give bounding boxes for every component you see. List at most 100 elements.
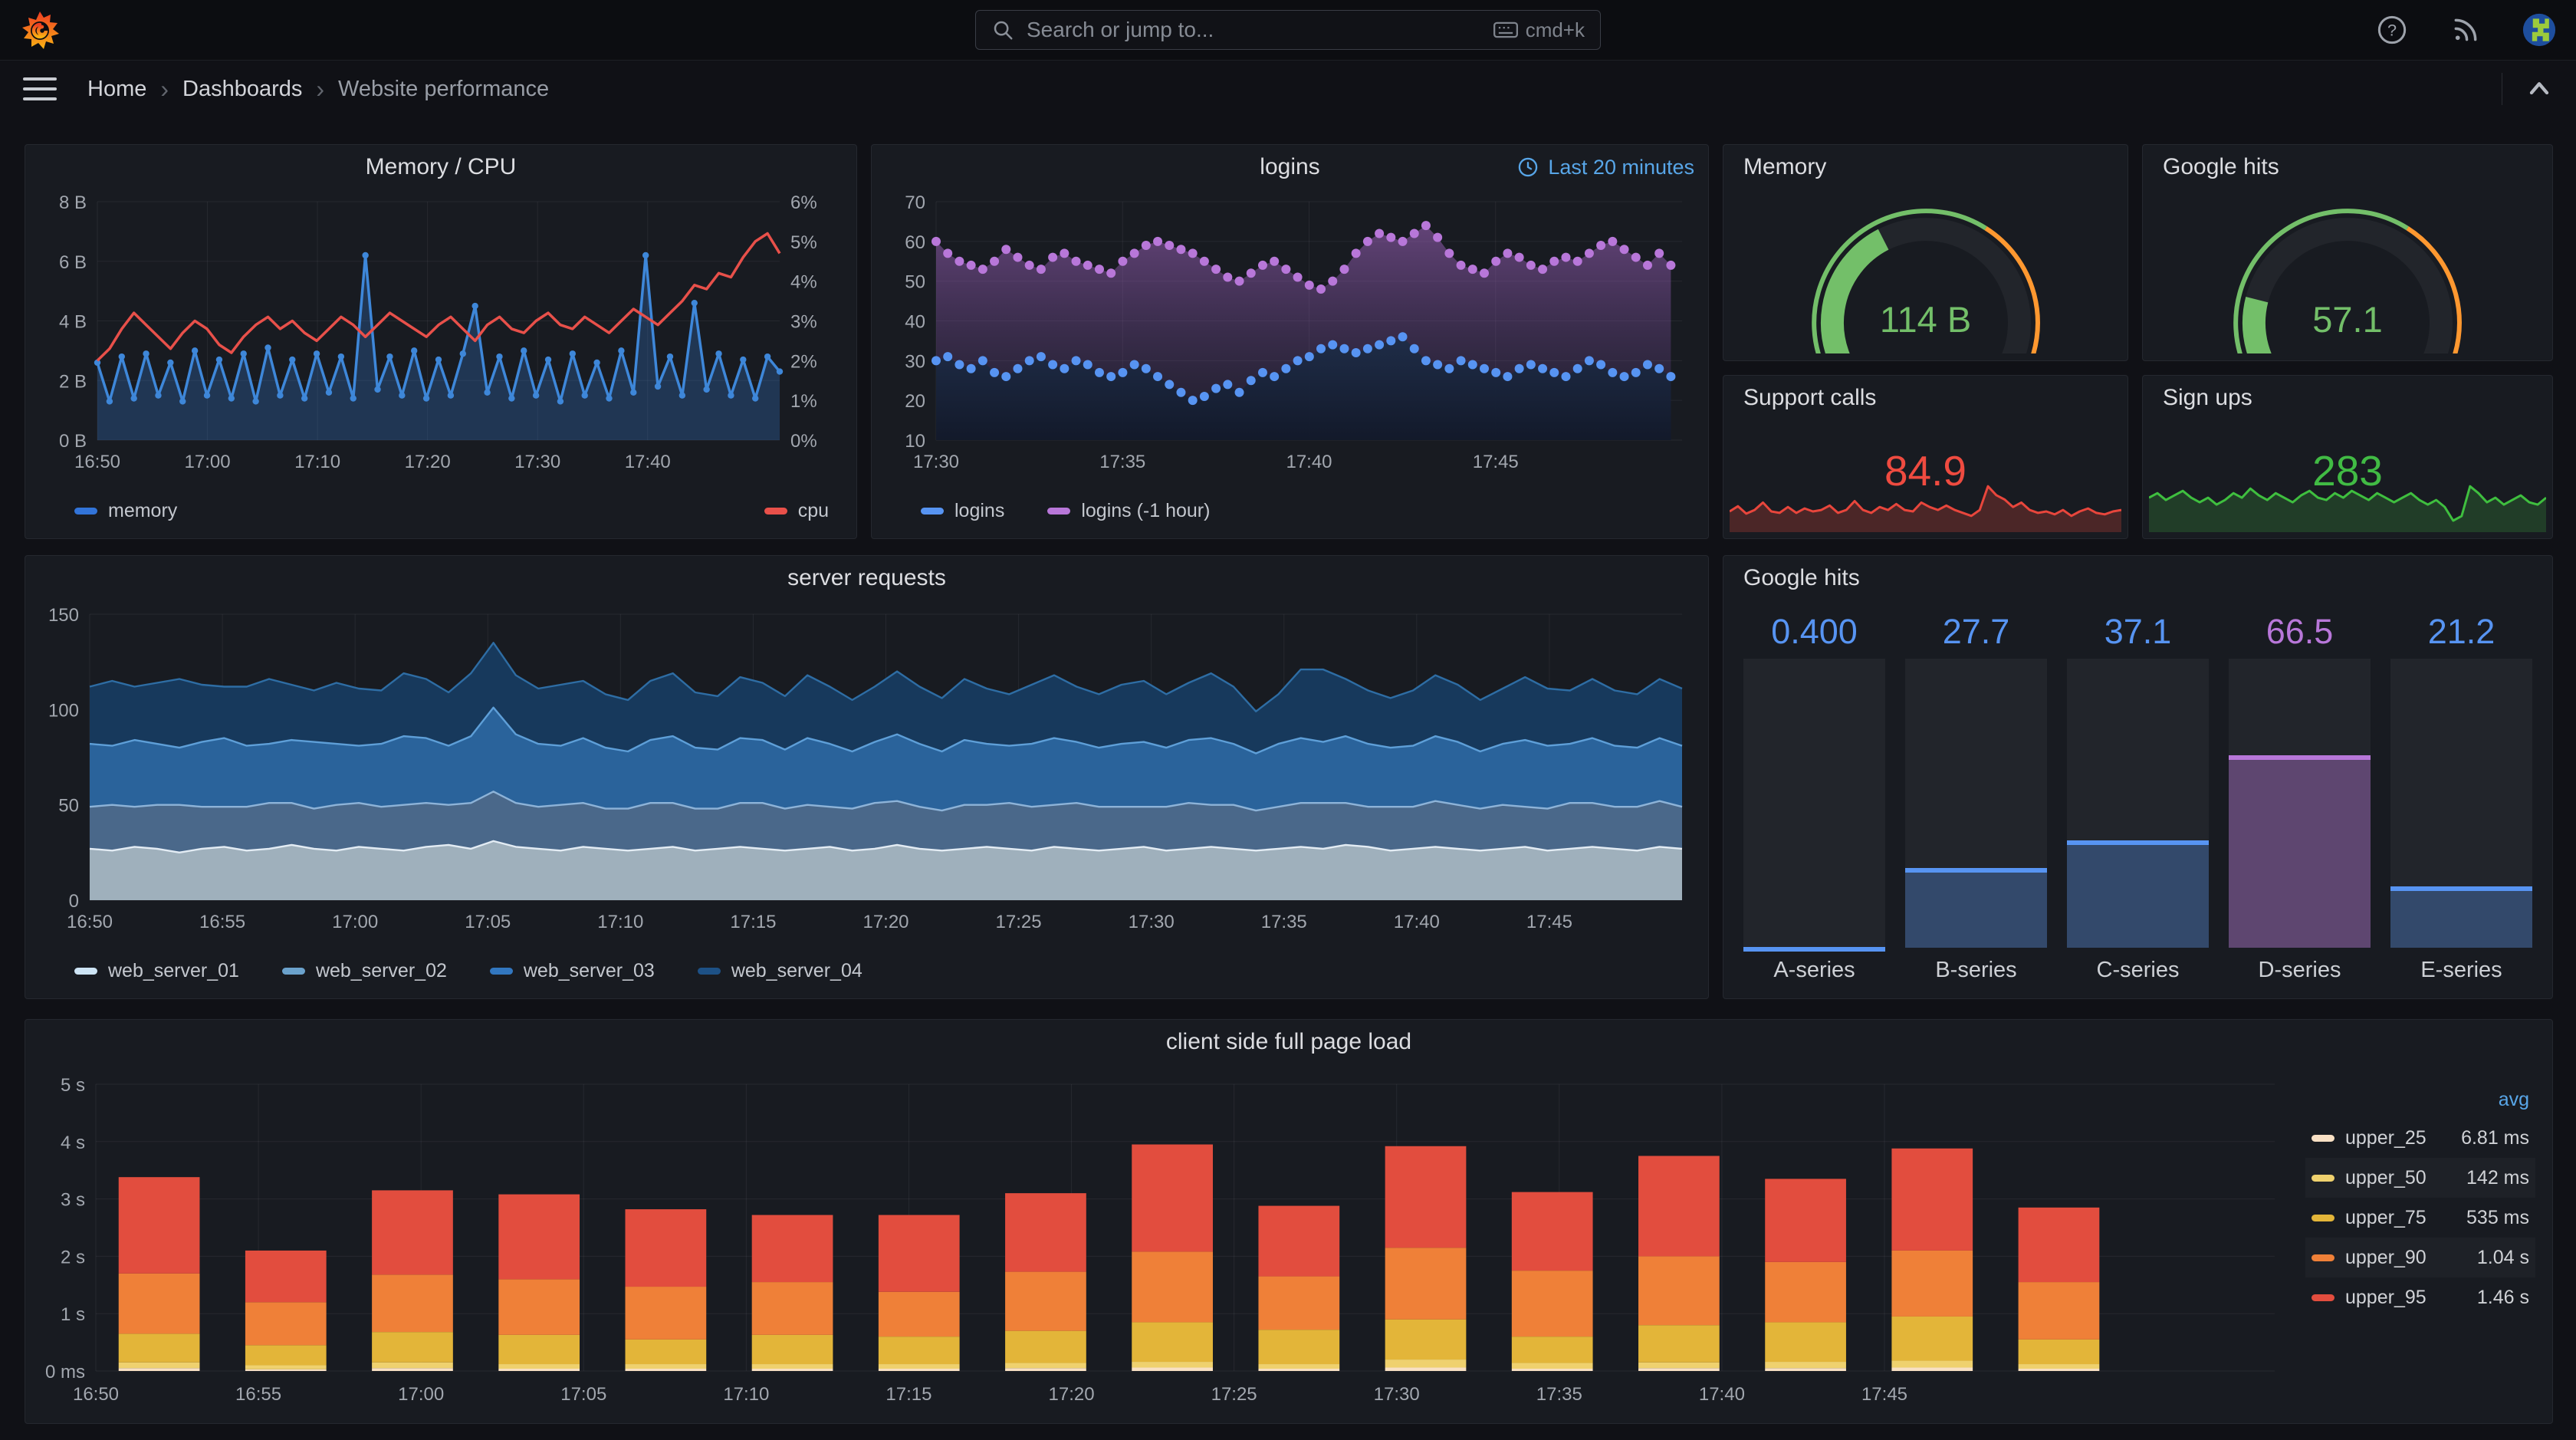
- logins-chart[interactable]: 17:30 17:35 17:40 17:45 10 20 30 40 50 60 70: [878, 189, 1702, 483]
- stat-value: 84.9: [1884, 447, 1967, 495]
- bar-gauge-value: 21.2: [2427, 612, 2496, 651]
- google-hits-bar-gauge[interactable]: 0.400 A-series 27.7 B-series 37.1 C-series 66.…: [1743, 610, 2532, 988]
- panel-title[interactable]: Sign ups: [2143, 376, 2552, 420]
- svg-text:100: 100: [48, 700, 79, 721]
- series-avg-value: 535 ms: [2466, 1206, 2529, 1228]
- series-name[interactable]: upper_25: [2345, 1127, 2461, 1149]
- svg-text:17:10: 17:10: [723, 1384, 769, 1405]
- bar-gauge-c-series[interactable]: 37.1 C-series: [2067, 610, 2209, 988]
- series-name[interactable]: upper_90: [2345, 1247, 2477, 1269]
- grafana-logo[interactable]: [20, 10, 60, 50]
- series-name[interactable]: upper_95: [2345, 1287, 2477, 1309]
- bar-gauge-track: [2390, 659, 2532, 948]
- bar-gauge-value: 66.5: [2266, 612, 2334, 651]
- svg-text:17:30: 17:30: [1374, 1384, 1420, 1405]
- bar-gauge-track: [1905, 659, 2047, 948]
- stat-value: 283: [2312, 447, 2383, 495]
- chevron-right-icon: ›: [316, 75, 325, 103]
- panel-title[interactable]: Memory: [1723, 145, 2128, 189]
- svg-text:16:55: 16:55: [199, 912, 245, 932]
- server-requests-chart[interactable]: 16:50 16:55 17:00 17:05 17:10 17:15 17:20 17:25…: [31, 600, 1702, 943]
- chevron-up-icon[interactable]: [2524, 74, 2555, 104]
- svg-text:17:20: 17:20: [405, 452, 451, 472]
- svg-text:50: 50: [905, 272, 925, 293]
- panel-title[interactable]: client side full page load: [25, 1020, 2552, 1064]
- legend-row-upper_95[interactable]: upper_95 1.46 s: [2305, 1277, 2535, 1317]
- svg-text:3 s: 3 s: [61, 1190, 85, 1211]
- gauge-value: 114 B: [1879, 299, 1972, 340]
- bar-gauge-track: [2229, 659, 2371, 948]
- bar-gauge-a-series[interactable]: 0.400 A-series: [1743, 610, 1885, 988]
- bar-gauge-value: 27.7: [1942, 612, 2010, 651]
- panel-logins: logins Last 20 minutes 17:30 17:35 17:40 17…: [871, 144, 1709, 539]
- svg-text:60: 60: [905, 232, 925, 253]
- legend-row-upper_50[interactable]: upper_50 142 ms: [2305, 1158, 2535, 1198]
- legend-item-web-server-04[interactable]: web_server_04: [697, 960, 863, 982]
- avatar[interactable]: [2522, 13, 2556, 47]
- panel-title[interactable]: Google hits: [1723, 556, 2552, 600]
- series-name: web_server_01: [108, 959, 239, 981]
- panel-memory-gauge: Memory 114 B: [1723, 144, 2128, 361]
- panel-title[interactable]: Support calls: [1723, 376, 2128, 420]
- series-name[interactable]: upper_50: [2345, 1167, 2466, 1189]
- panel-title[interactable]: Memory / CPU: [25, 145, 856, 189]
- legend-item-web-server-03[interactable]: web_server_03: [489, 960, 655, 982]
- series-avg-value: 6.81 ms: [2461, 1126, 2529, 1149]
- legend-row-upper_25[interactable]: upper_25 6.81 ms: [2305, 1118, 2535, 1158]
- svg-text:17:45: 17:45: [1861, 1384, 1907, 1405]
- bar-gauge-track: [1743, 659, 1885, 952]
- legend-item-web-server-02[interactable]: web_server_02: [281, 960, 447, 982]
- panel-title[interactable]: Google hits: [2143, 145, 2552, 189]
- memory-cpu-chart[interactable]: 16:50 17:00 17:10 17:20 17:30 17:40 0 B 2 B 4 B 6…: [31, 189, 850, 483]
- svg-text:17:20: 17:20: [1049, 1384, 1095, 1405]
- bar-gauge-value: 37.1: [2104, 612, 2172, 651]
- series-avg-value: 1.04 s: [2476, 1246, 2529, 1268]
- menu-icon[interactable]: [23, 72, 57, 106]
- svg-text:17:30: 17:30: [514, 452, 560, 472]
- rss-icon[interactable]: [2449, 13, 2482, 47]
- svg-text:17:10: 17:10: [597, 912, 643, 932]
- svg-text:17:00: 17:00: [332, 912, 378, 932]
- svg-text:17:00: 17:00: [185, 452, 231, 472]
- svg-text:17:35: 17:35: [1261, 912, 1307, 932]
- panel-support-calls: Support calls 84.9: [1723, 375, 2128, 539]
- svg-text:4 s: 4 s: [61, 1133, 85, 1153]
- legend-item-memory[interactable]: memory: [74, 500, 177, 522]
- search-input[interactable]: Search or jump to... cmd+k: [975, 10, 1601, 50]
- series-color-chip: [764, 507, 787, 515]
- legend-item-logins-1-hour-[interactable]: logins (-1 hour): [1047, 500, 1210, 522]
- breadcrumb-dashboards[interactable]: Dashboards: [182, 77, 302, 102]
- legend-row-upper_75[interactable]: upper_75 535 ms: [2305, 1198, 2535, 1238]
- search-shortcut: cmd+k: [1525, 18, 1585, 41]
- legend-table: avg upper_25 6.81 ms upper_50 142 ms upper_7…: [2305, 1084, 2535, 1317]
- svg-text:17:15: 17:15: [886, 1384, 932, 1405]
- svg-text:17:45: 17:45: [1473, 452, 1519, 472]
- breadcrumb-home[interactable]: Home: [87, 77, 146, 102]
- bar-gauge-d-series[interactable]: 66.5 D-series: [2229, 610, 2371, 988]
- legend-avg-header[interactable]: avg: [2305, 1084, 2535, 1118]
- chart-legend: web_server_01 web_server_02 web_server_03 w…: [74, 955, 1681, 986]
- client-load-chart[interactable]: 16:50 16:55 17:00 17:05 17:10 17:15 17:20 17:25…: [31, 1064, 2285, 1417]
- legend-item-web-server-01[interactable]: web_server_01: [74, 960, 239, 982]
- series-name[interactable]: upper_75: [2345, 1207, 2466, 1229]
- legend-row-upper_90[interactable]: upper_90 1.04 s: [2305, 1238, 2535, 1277]
- svg-text:17:15: 17:15: [730, 912, 776, 932]
- panel-title[interactable]: server requests: [25, 556, 1708, 600]
- panel-server-requests: server requests 16:50 16:55 17:00 17:05 17:1…: [25, 555, 1709, 999]
- legend-item-logins[interactable]: logins: [921, 500, 1004, 522]
- series-name: memory: [108, 499, 178, 521]
- svg-text:6%: 6%: [790, 192, 817, 213]
- svg-text:17:05: 17:05: [560, 1384, 606, 1405]
- help-icon[interactable]: ?: [2375, 13, 2409, 47]
- bar-gauge-e-series[interactable]: 21.2 E-series: [2390, 610, 2532, 988]
- bar-gauge-b-series[interactable]: 27.7 B-series: [1905, 610, 2047, 988]
- svg-text:17:05: 17:05: [465, 912, 511, 932]
- time-range-control[interactable]: Last 20 minutes: [1517, 145, 1694, 189]
- bar-gauge-label: A-series: [1773, 958, 1855, 982]
- svg-text:4 B: 4 B: [59, 312, 87, 333]
- svg-text:70: 70: [905, 192, 925, 213]
- svg-text:10: 10: [905, 431, 925, 452]
- legend-item-cpu[interactable]: cpu: [764, 500, 829, 522]
- series-name: logins (-1 hour): [1081, 499, 1211, 521]
- bar-gauge-track: [2067, 659, 2209, 948]
